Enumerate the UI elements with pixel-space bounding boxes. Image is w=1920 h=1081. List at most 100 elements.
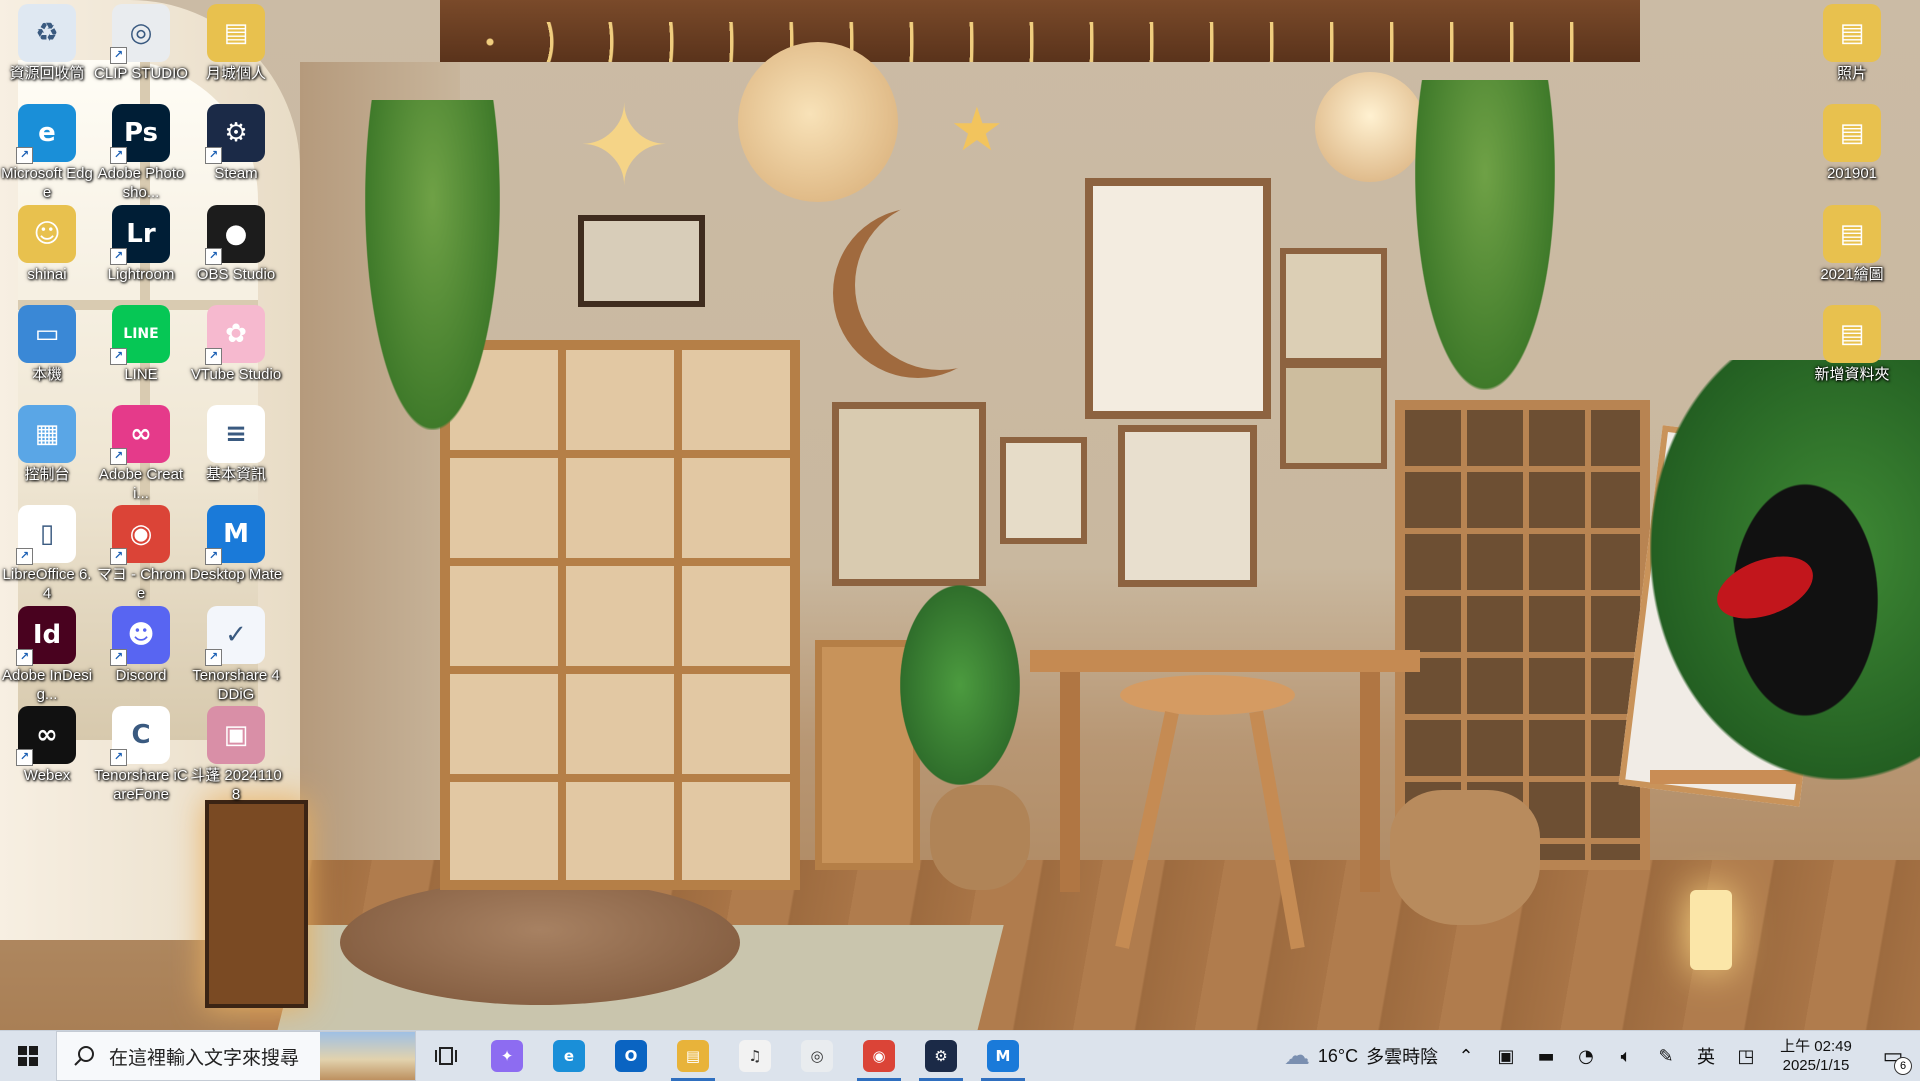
network-button[interactable]: ◔ — [1566, 1031, 1606, 1081]
taskbar-app-clip-studio[interactable]: ◎ — [786, 1031, 848, 1081]
desktop-icon-steam[interactable]: ⚙ ↗ Steam — [189, 104, 283, 183]
desktop-mate-icon: M — [987, 1040, 1019, 1072]
desktop-icon-icarefone[interactable]: C ↗ Tenorshare iCareFone — [94, 706, 188, 804]
icarefone-icon: C ↗ — [110, 706, 170, 766]
taskbar-app-file-explorer[interactable]: ▤ — [662, 1031, 724, 1081]
itunes-icon: ♫ — [739, 1040, 771, 1072]
desktop-icon-label: 資源回收筒 — [9, 65, 85, 82]
desktop-icon-label: LibreOffice 6.4 — [2, 566, 92, 602]
desktop-icon-folder-2021[interactable]: ▤ 2021繪圖 — [1805, 205, 1899, 284]
wallpaper-picture-frame — [1280, 248, 1387, 364]
desktop-icon-label: 控制台 — [24, 466, 70, 483]
desktop-icon-clip-studio[interactable]: ◎ ↗ CLIP STUDIO — [94, 4, 188, 83]
desktop-icon-lightroom[interactable]: Lr ↗ Lightroom — [94, 205, 188, 284]
wallpaper-desk-leg — [1060, 672, 1080, 892]
battery-button[interactable]: ▬ — [1526, 1031, 1566, 1081]
wallpaper-desk-top — [1030, 650, 1420, 672]
search-highlight-image — [320, 1032, 415, 1080]
chrome-icon: ◉ ↗ — [110, 505, 170, 565]
shortcut-arrow-icon: ↗ — [16, 147, 33, 164]
battery-icon: ▬ — [1537, 1045, 1555, 1067]
input-mode-icon: ◳ — [1737, 1045, 1755, 1067]
desktop-icon-vtube[interactable]: ✿ ↗ VTube Studio — [189, 305, 283, 384]
desktop-icon-label: shinai — [27, 266, 67, 283]
start-button[interactable] — [0, 1031, 56, 1081]
desktop-icon-libreoffice[interactable]: ▯ ↗ LibreOffice 6.4 — [0, 505, 94, 603]
desktop-icon-desktop-mate[interactable]: M ↗ Desktop Mate — [189, 505, 283, 584]
notification-center-button[interactable]: ▭ 6 — [1866, 1031, 1920, 1081]
desktop-icon-edge[interactable]: e ↗ Microsoft Edge — [0, 104, 94, 202]
desktop-icon-this-pc[interactable]: ▭ 本機 — [0, 305, 94, 384]
tenorshare-4ddig-icon: ✓ ↗ — [205, 606, 265, 666]
task-view-button[interactable] — [416, 1031, 476, 1081]
desktop-icon-photoshop[interactable]: Ps ↗ Adobe Photosho... — [94, 104, 188, 202]
shortcut-arrow-icon: ↗ — [205, 548, 222, 565]
wallpaper-hanging-plant — [365, 100, 500, 430]
clip-studio-icon: ◎ — [801, 1040, 833, 1072]
input-mode-button[interactable]: ◳ — [1726, 1031, 1766, 1081]
desktop-icon-control-panel[interactable]: ▦ 控制台 — [0, 405, 94, 484]
taskbar-app-desktop-mate[interactable]: M — [972, 1031, 1034, 1081]
weather-widget[interactable]: ☁ 16°C 多雲時陰 — [1276, 1031, 1446, 1081]
pen-menu-button[interactable]: ✎ — [1646, 1031, 1686, 1081]
folder-icon: ▤ — [207, 4, 265, 62]
desktop-icon-label: Microsoft Edge — [1, 165, 93, 201]
volume-button[interactable]: 🔈︎ — [1606, 1031, 1646, 1081]
taskbar-app-itunes[interactable]: ♫ — [724, 1031, 786, 1081]
desktop-icon-doujin-image[interactable]: ▣ 斗蓬 20241108 — [189, 706, 283, 804]
desktop-icon-photos[interactable]: ▤ 照片 — [1805, 4, 1899, 83]
desktop-icon-webex[interactable]: ∞ ↗ Webex — [0, 706, 94, 785]
taskbar-search-box[interactable]: 在這裡輸入文字來搜尋 — [56, 1031, 416, 1081]
desktop-icon-label: Lightroom — [107, 266, 175, 283]
obs-icon: ● ↗ — [205, 205, 265, 265]
shortcut-arrow-icon: ↗ — [110, 147, 127, 164]
shortcut-arrow-icon: ↗ — [110, 248, 127, 265]
desktop-icon-label: Adobe Creati... — [98, 466, 184, 502]
desktop-icon-indesign[interactable]: Id ↗ Adobe InDesig... — [0, 606, 94, 704]
taskbar-app-chrome[interactable]: ◉ — [848, 1031, 910, 1081]
wallpaper-potted-plant — [900, 585, 1020, 785]
folder-icon: ▤ — [1823, 4, 1881, 62]
wallpaper-desk-leg — [1360, 672, 1380, 892]
wallpaper-picture-frame — [1000, 437, 1087, 544]
task-view-icon — [435, 1047, 457, 1065]
desktop-icon-new-folder[interactable]: ▤ 新增資料夾 — [1805, 305, 1899, 384]
outlook-icon: O — [615, 1040, 647, 1072]
meet-now-button[interactable]: ▣ — [1486, 1031, 1526, 1081]
desktop-icon-creative-cloud[interactable]: ∞ ↗ Adobe Creati... — [94, 405, 188, 503]
vtube-studio-icon: ✿ ↗ — [205, 305, 265, 365]
desktop-icon-monthly-folder[interactable]: ▤ 月城個人 — [189, 4, 283, 83]
desktop-icon-chrome[interactable]: ◉ ↗ マヨ - Chrome — [94, 505, 188, 603]
desktop-icon-discord[interactable]: ☻ ↗ Discord — [94, 606, 188, 685]
desktop-icon-basic-info[interactable]: ≡ 基本資訊 — [189, 405, 283, 484]
taskbar-app-steam[interactable]: ⚙ — [910, 1031, 972, 1081]
clock-time: 上午 02:49 — [1780, 1038, 1852, 1055]
shortcut-arrow-icon: ↗ — [205, 348, 222, 365]
text-document-icon: ≡ — [207, 405, 265, 463]
taskbar-app-outlook[interactable]: O — [600, 1031, 662, 1081]
desktop-icon-tenorshare-4ddig[interactable]: ✓ ↗ Tenorshare 4DDiG — [189, 606, 283, 704]
desktop-icon-label: 2021繪圖 — [1820, 266, 1884, 283]
desktop-icon-label: 月城個人 — [205, 65, 266, 82]
desktop-icon-shinai[interactable]: ☺ shinai — [0, 205, 94, 284]
desktop-icon-label: Tenorshare 4DDiG — [192, 667, 280, 703]
taskbar-app-copilot[interactable]: ✦ — [476, 1031, 538, 1081]
desktop-wallpaper: ✦ ★ — [0, 0, 1920, 1030]
desktop-icon-folder-201901[interactable]: ▤ 201901 — [1805, 104, 1899, 183]
wallpaper-crescent-moon — [855, 200, 1025, 370]
taskbar-app-edge[interactable]: e — [538, 1031, 600, 1081]
folder-icon: ▤ — [1823, 305, 1881, 363]
show-hidden-icons-button[interactable]: ⌃ — [1446, 1031, 1486, 1081]
desktop-icon-label: OBS Studio — [196, 266, 276, 283]
folder-icon: ▤ — [1823, 104, 1881, 162]
indesign-icon: Id ↗ — [16, 606, 76, 666]
shortcut-arrow-icon: ↗ — [205, 649, 222, 666]
desktop-icon-obs[interactable]: ● ↗ OBS Studio — [189, 205, 283, 284]
desktop-icon-label: Adobe Photosho... — [97, 165, 185, 201]
desktop-icon-recycle-bin[interactable]: ♻ 資源回收筒 — [0, 4, 94, 83]
desktop-icon-line[interactable]: LINE ↗ LINE — [94, 305, 188, 384]
ime-indicator: 英 — [1697, 1047, 1715, 1067]
shortcut-arrow-icon: ↗ — [110, 548, 127, 565]
clock-button[interactable]: 上午 02:49 2025/1/15 — [1766, 1031, 1866, 1081]
input-language-button[interactable]: 英 — [1686, 1031, 1726, 1081]
